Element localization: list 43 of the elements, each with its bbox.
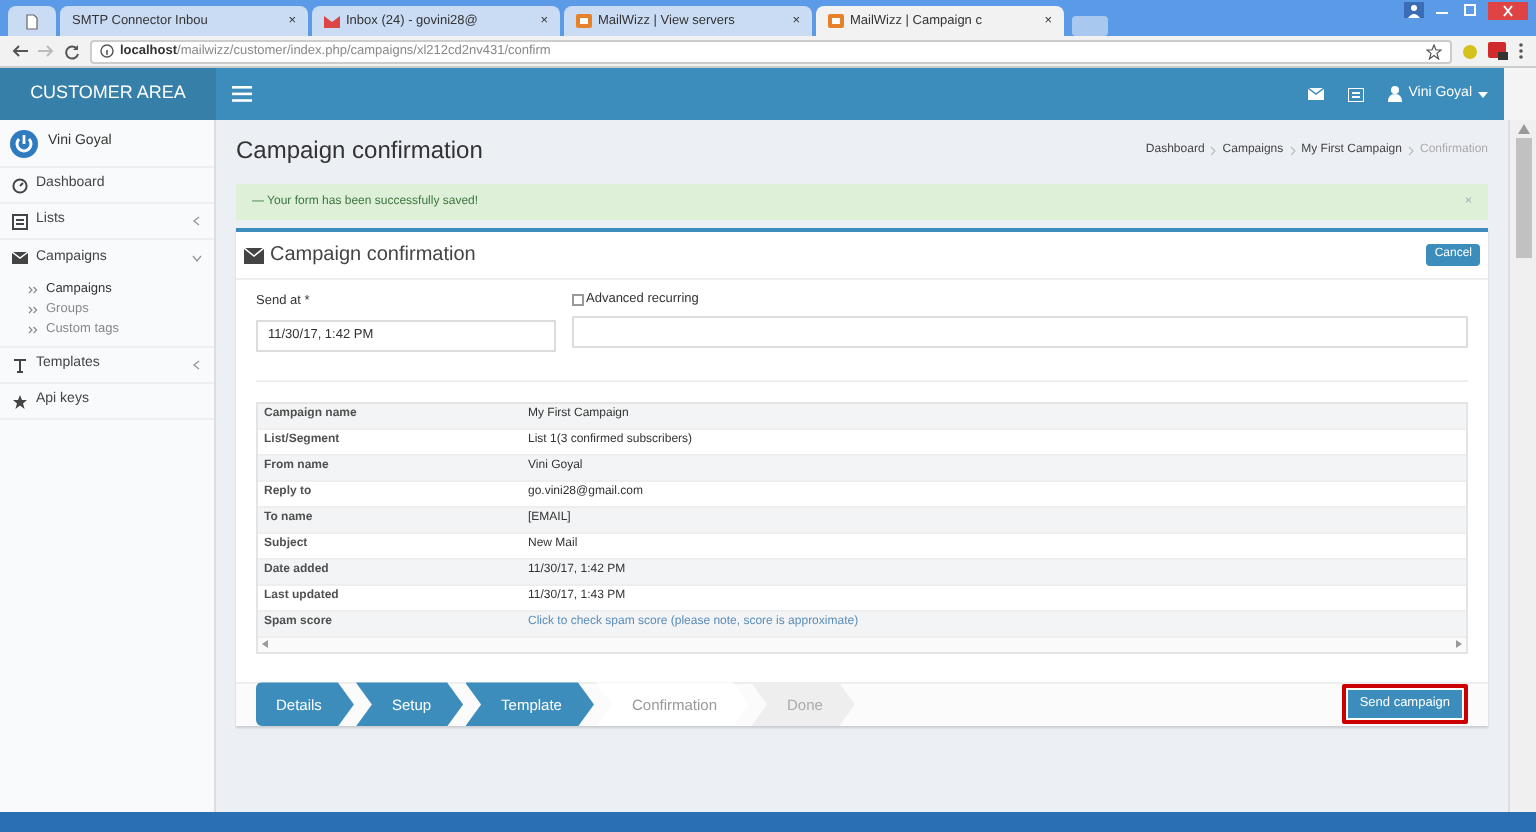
page-icon	[26, 13, 38, 29]
close-icon[interactable]	[1488, 2, 1528, 20]
back-icon[interactable]	[12, 44, 28, 58]
text-field[interactable]	[572, 316, 1468, 348]
site-icon	[576, 14, 592, 28]
profile-icon[interactable]	[1404, 2, 1424, 18]
scroll-thumb[interactable]	[1515, 138, 1531, 258]
forward-icon[interactable]	[38, 44, 54, 58]
site-icon	[828, 14, 844, 28]
double-chevron-icon	[28, 286, 38, 294]
menu-icon[interactable]	[1518, 42, 1524, 60]
caret-icon	[1478, 91, 1488, 97]
list-icon	[12, 213, 28, 229]
envelope-icon[interactable]	[1308, 88, 1325, 100]
menu-icon[interactable]	[232, 86, 252, 102]
checkbox[interactable]	[572, 294, 584, 306]
text-icon	[12, 357, 28, 373]
card-title: Campaign confirmation	[270, 243, 476, 267]
scroll-left-icon[interactable]	[262, 640, 268, 649]
double-chevron-icon	[28, 326, 38, 334]
double-chevron-icon	[28, 306, 38, 314]
list-icon[interactable]	[1348, 87, 1365, 101]
chevron-right-icon	[1407, 145, 1414, 155]
mail-icon	[324, 14, 340, 28]
star-icon[interactable]	[1426, 43, 1442, 59]
page-title: Campaign confirmation	[236, 135, 483, 165]
star-icon	[12, 393, 28, 409]
browser-tab[interactable]	[8, 6, 56, 36]
maximize-icon[interactable]	[1460, 2, 1480, 18]
scroll-right-icon[interactable]	[1456, 640, 1462, 649]
brand-logo[interactable]: CUSTOMER AREA	[0, 68, 216, 120]
info-icon	[100, 44, 114, 58]
scrollbar[interactable]	[1508, 120, 1536, 812]
chevron-right-icon	[1289, 145, 1296, 155]
scroll-up-icon[interactable]	[1517, 124, 1529, 134]
extension-icon[interactable]	[1488, 42, 1508, 60]
dashboard-icon	[12, 177, 28, 193]
power-icon	[10, 129, 38, 157]
chevron-right-icon	[1210, 145, 1217, 155]
envelope-icon	[12, 250, 28, 266]
envelope-icon	[244, 247, 264, 263]
reload-icon[interactable]	[64, 43, 80, 59]
user-icon	[1388, 86, 1403, 102]
